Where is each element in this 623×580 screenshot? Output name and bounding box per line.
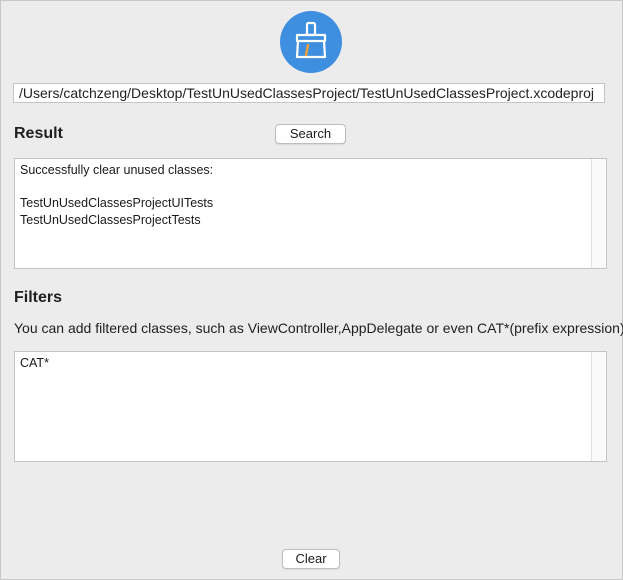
filters-title: Filters — [14, 289, 63, 306]
result-line — [20, 179, 588, 196]
filters-text: CAT* — [20, 356, 49, 370]
result-line: Successfully clear unused classes: — [20, 163, 214, 177]
result-scrollbar[interactable] — [591, 159, 606, 268]
result-output[interactable]: Successfully clear unused classes: TestU… — [14, 158, 607, 269]
broom-icon — [280, 11, 342, 73]
project-path-field[interactable]: /Users/catchzeng/Desktop/TestUnUsedClass… — [13, 83, 605, 103]
filters-scrollbar[interactable] — [591, 352, 606, 461]
search-button[interactable]: Search — [275, 124, 346, 144]
app-window: /Users/catchzeng/Desktop/TestUnUsedClass… — [0, 0, 623, 580]
result-title: Result — [14, 125, 63, 142]
result-line: TestUnUsedClassesProjectUITests — [20, 196, 214, 210]
result-line: TestUnUsedClassesProjectTests — [20, 212, 201, 227]
result-text: Successfully clear unused classes: TestU… — [20, 162, 588, 268]
clear-button[interactable]: Clear — [282, 549, 340, 569]
filters-input[interactable]: CAT* — [14, 351, 607, 462]
filters-hint: You can add filtered classes, such as Vi… — [14, 320, 623, 336]
project-path-value: /Users/catchzeng/Desktop/TestUnUsedClass… — [19, 85, 595, 101]
